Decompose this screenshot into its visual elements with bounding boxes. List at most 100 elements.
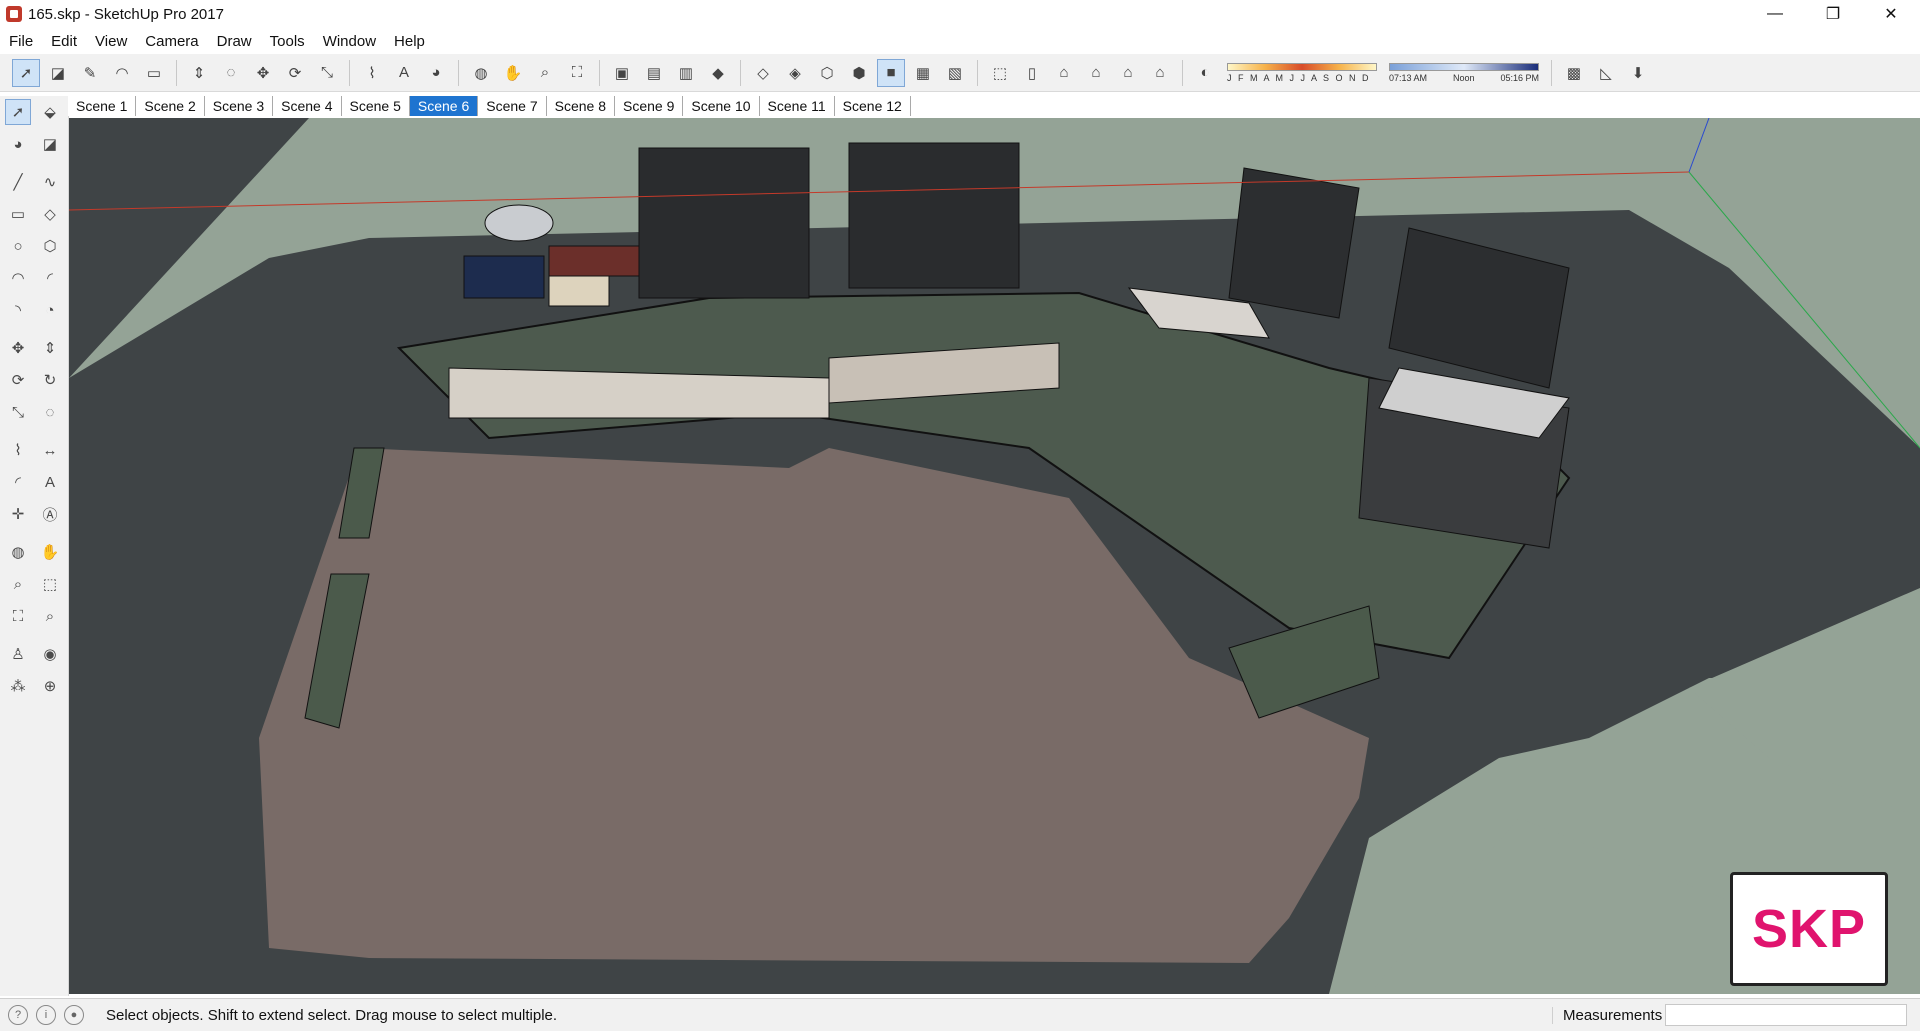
add-location-icon[interactable]: ▩: [1560, 59, 1588, 87]
rotate-icon[interactable]: ⟳: [5, 367, 31, 393]
section-plane-icon[interactable]: ⊕: [37, 673, 63, 699]
menu-camera[interactable]: Camera: [136, 33, 207, 50]
zoom-icon[interactable]: ⌕: [531, 59, 559, 87]
text-tool-icon[interactable]: A: [390, 59, 418, 87]
rectangle-icon[interactable]: ▭: [5, 201, 31, 227]
line-tool-icon[interactable]: ✎: [76, 59, 104, 87]
back-view-icon[interactable]: ⌂: [1114, 59, 1142, 87]
menu-draw[interactable]: Draw: [208, 33, 261, 50]
text-icon[interactable]: A: [37, 469, 63, 495]
tab-scene-10[interactable]: Scene 10: [683, 96, 760, 116]
follow-me-icon[interactable]: ↻: [37, 367, 63, 393]
photo-textures-icon[interactable]: ⬇: [1624, 59, 1652, 87]
menu-view[interactable]: View: [86, 33, 136, 50]
date-slider-track[interactable]: [1227, 62, 1377, 71]
xray-style-icon[interactable]: ◇: [749, 59, 777, 87]
push-pull-tool-icon[interactable]: ⇕: [185, 59, 213, 87]
measurements-input[interactable]: [1665, 1004, 1907, 1026]
time-slider-track[interactable]: [1389, 62, 1539, 71]
tab-scene-1[interactable]: Scene 1: [68, 96, 137, 116]
tab-scene-12[interactable]: Scene 12: [834, 96, 911, 116]
wireframe-style-icon[interactable]: ⬡: [813, 59, 841, 87]
tab-scene-4[interactable]: Scene 4: [273, 96, 342, 116]
protractor-icon[interactable]: ◜: [5, 469, 31, 495]
move-tool-icon[interactable]: ✥: [249, 59, 277, 87]
paint-bucket-icon[interactable]: ◕: [422, 59, 450, 87]
previous-view-icon[interactable]: ⌕: [37, 603, 63, 629]
pan-icon[interactable]: ✋: [499, 59, 527, 87]
minimize-button[interactable]: —: [1746, 0, 1804, 28]
top-view-icon[interactable]: ▯: [1018, 59, 1046, 87]
eraser-tool-icon[interactable]: ◪: [44, 59, 72, 87]
tab-scene-5[interactable]: Scene 5: [341, 96, 410, 116]
move-icon[interactable]: ✥: [5, 335, 31, 361]
pie-icon[interactable]: ◔: [37, 297, 63, 323]
pan-icon[interactable]: ✋: [37, 539, 63, 565]
tab-scene-7[interactable]: Scene 7: [478, 96, 547, 116]
freehand-icon[interactable]: ∿: [37, 169, 63, 195]
two-point-arc-icon[interactable]: ◜: [37, 265, 63, 291]
tab-scene-9[interactable]: Scene 9: [615, 96, 684, 116]
tab-scene-2[interactable]: Scene 2: [136, 96, 205, 116]
line-icon[interactable]: ╱: [5, 169, 31, 195]
model-viewport[interactable]: SKP: [69, 118, 1920, 994]
offset-icon[interactable]: ◌: [37, 399, 63, 425]
warehouse-icon[interactable]: ▣: [608, 59, 636, 87]
shaded-style-icon[interactable]: ■: [877, 58, 905, 87]
tab-scene-6[interactable]: Scene 6: [409, 96, 479, 116]
extension-warehouse-icon[interactable]: ▤: [640, 59, 668, 87]
toggle-terrain-icon[interactable]: ◺: [1592, 59, 1620, 87]
menu-tools[interactable]: Tools: [261, 33, 314, 50]
hidden-line-style-icon[interactable]: ⬢: [845, 59, 873, 87]
ruby-icon[interactable]: ◆: [704, 59, 732, 87]
right-view-icon[interactable]: ⌂: [1082, 59, 1110, 87]
dimension-icon[interactable]: ↔: [37, 437, 63, 463]
select-icon[interactable]: ➚: [5, 99, 31, 125]
axes-icon[interactable]: ✛: [5, 501, 31, 527]
zoom-window-icon[interactable]: ⬚: [37, 571, 63, 597]
polygon-icon[interactable]: ⬡: [37, 233, 63, 259]
tape-measure-icon[interactable]: ⌇: [358, 59, 386, 87]
orbit-icon[interactable]: ◍: [5, 539, 31, 565]
tab-scene-11[interactable]: Scene 11: [759, 96, 835, 116]
zoom-extents-icon[interactable]: ⛶: [5, 603, 31, 629]
close-button[interactable]: ✕: [1862, 0, 1920, 28]
tape-measure-icon[interactable]: ⌇: [5, 437, 31, 463]
circle-icon[interactable]: ○: [5, 233, 31, 259]
tab-scene-8[interactable]: Scene 8: [546, 96, 615, 116]
menu-edit[interactable]: Edit: [42, 33, 86, 50]
3d-text-icon[interactable]: Ⓐ: [37, 501, 63, 527]
shadow-date-slider[interactable]: J F M A M J J A S O N D: [1227, 59, 1377, 87]
orbit-icon[interactable]: ◍: [467, 59, 495, 87]
tab-scene-3[interactable]: Scene 3: [204, 96, 274, 116]
shadows-toggle-icon[interactable]: ◐: [1191, 59, 1219, 87]
rectangle-tool-icon[interactable]: ▭: [140, 59, 168, 87]
position-camera-icon[interactable]: ♙: [5, 641, 31, 667]
user-account-icon[interactable]: ●: [64, 1005, 84, 1025]
front-view-icon[interactable]: ⌂: [1050, 59, 1078, 87]
menu-window[interactable]: Window: [314, 33, 385, 50]
make-component-icon[interactable]: ⬙: [37, 99, 63, 125]
rotate-tool-icon[interactable]: ⟳: [281, 59, 309, 87]
push-pull-icon[interactable]: ⇕: [37, 335, 63, 361]
arc-tool-icon[interactable]: ◠: [108, 59, 136, 87]
look-around-icon[interactable]: ◉: [37, 641, 63, 667]
monochrome-style-icon[interactable]: ▧: [941, 59, 969, 87]
maximize-button[interactable]: ❐: [1804, 0, 1862, 28]
walk-icon[interactable]: ⁂: [5, 673, 31, 699]
credits-icon[interactable]: i: [36, 1005, 56, 1025]
paint-bucket-icon[interactable]: ◕: [5, 131, 31, 157]
zoom-icon[interactable]: ⌕: [5, 571, 31, 597]
select-tool-icon[interactable]: ➚: [12, 58, 40, 87]
offset-tool-icon[interactable]: ◌: [217, 59, 245, 87]
rotated-rectangle-icon[interactable]: ◇: [37, 201, 63, 227]
layout-icon[interactable]: ▥: [672, 59, 700, 87]
three-point-arc-icon[interactable]: ◝: [5, 297, 31, 323]
shaded-textures-style-icon[interactable]: ▦: [909, 59, 937, 87]
menu-file[interactable]: File: [0, 33, 42, 50]
left-view-icon[interactable]: ⌂: [1146, 59, 1174, 87]
scale-icon[interactable]: ⤡: [5, 399, 31, 425]
menu-help[interactable]: Help: [385, 33, 434, 50]
iso-view-icon[interactable]: ⬚: [986, 59, 1014, 87]
back-edges-style-icon[interactable]: ◈: [781, 59, 809, 87]
